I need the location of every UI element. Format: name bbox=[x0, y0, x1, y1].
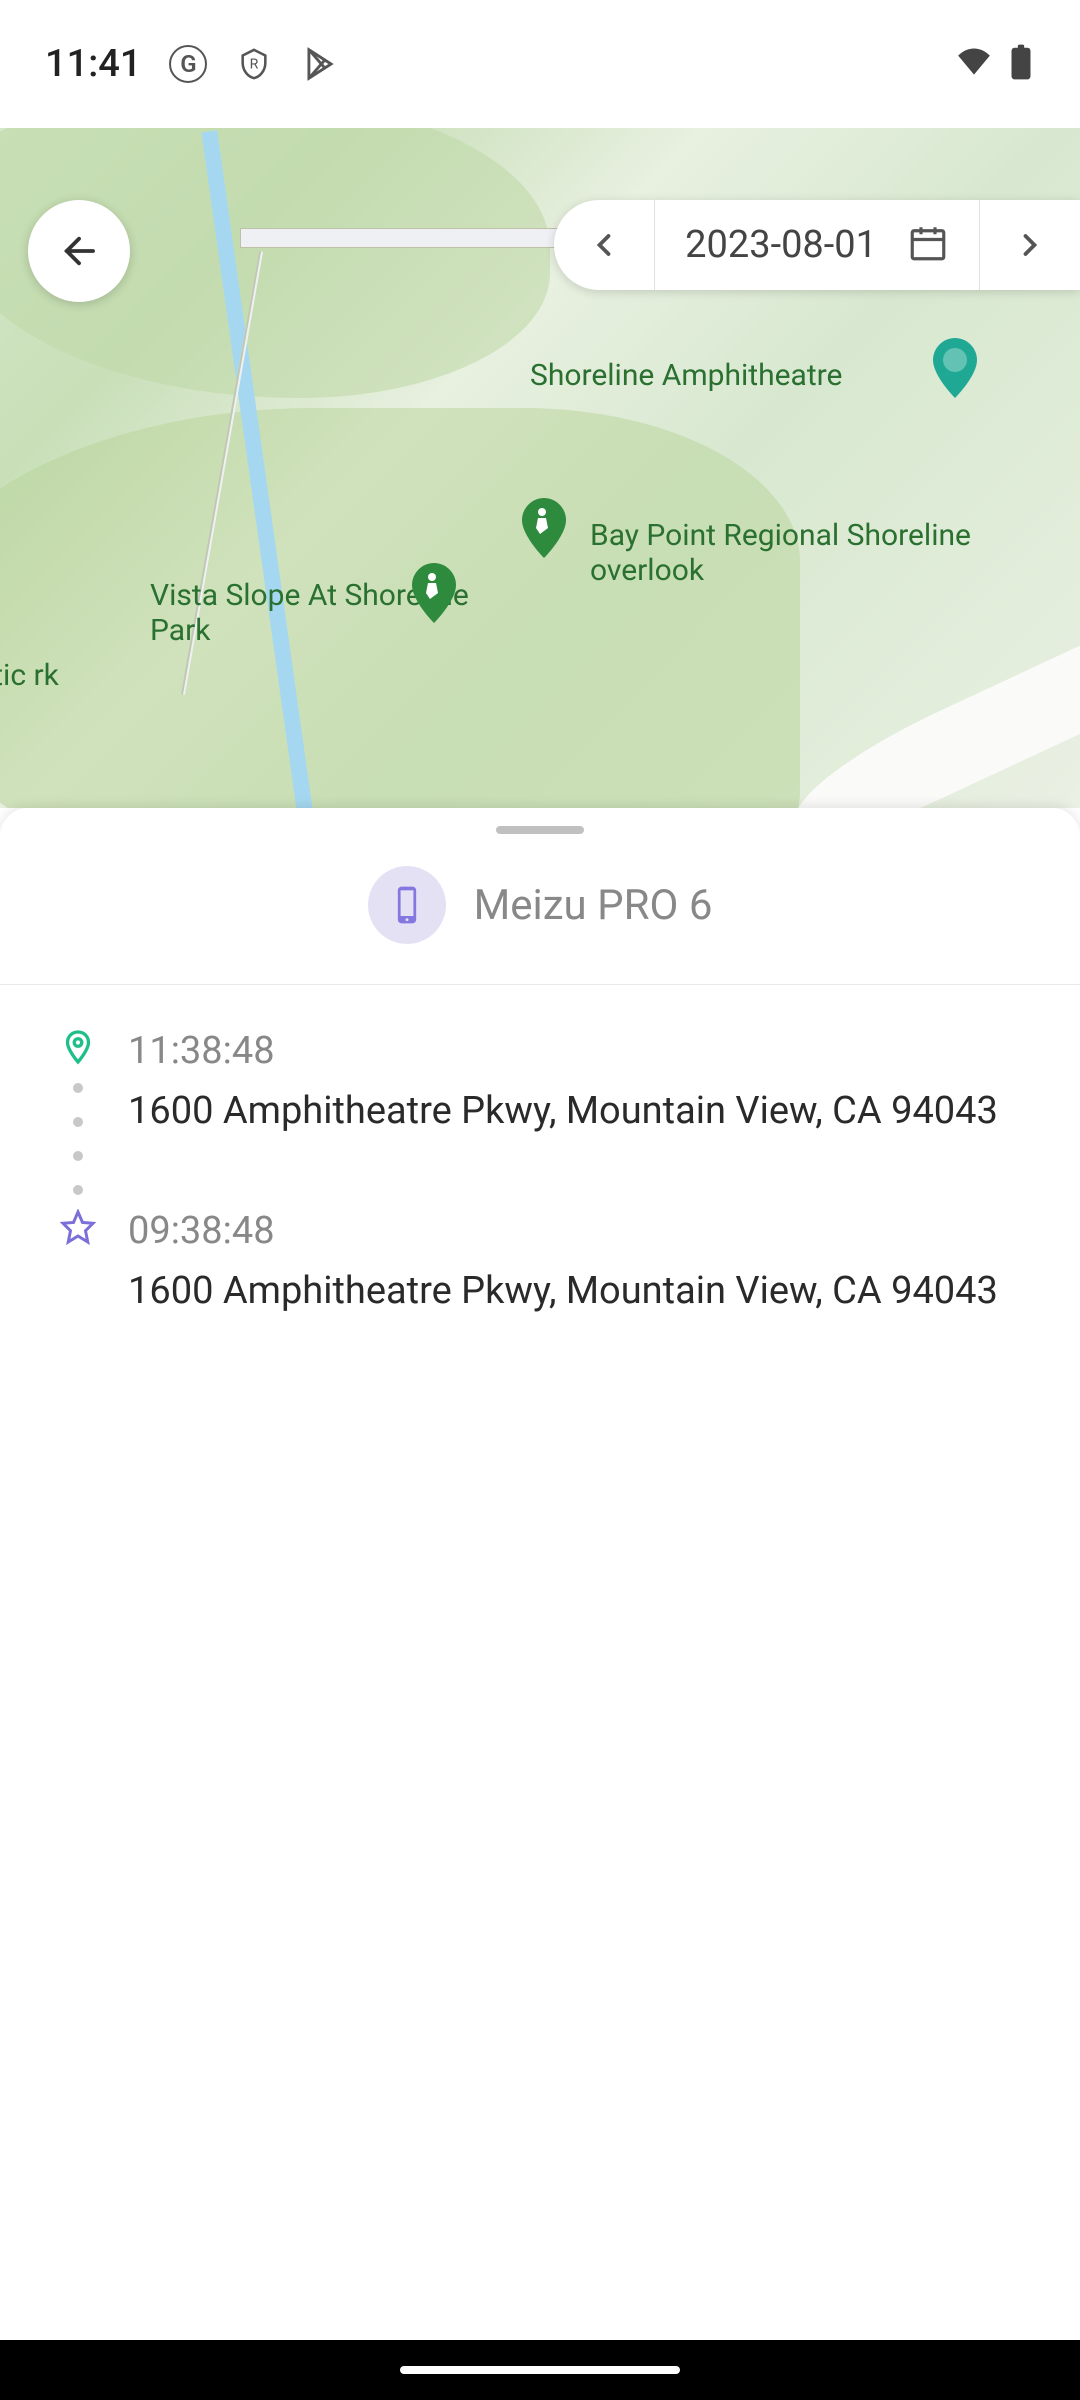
date-display[interactable]: 2023-08-01 bbox=[654, 200, 980, 290]
timeline-address: 1600 Amphitheatre Pkwy, Mountain View, C… bbox=[128, 1087, 1032, 1136]
date-next-button[interactable] bbox=[980, 200, 1080, 290]
status-time: 11:41 bbox=[45, 42, 141, 86]
map-pin-hiker-1[interactable] bbox=[520, 498, 564, 554]
calendar-icon bbox=[907, 222, 949, 268]
phone-icon bbox=[368, 866, 446, 944]
shield-icon: R bbox=[235, 45, 273, 83]
star-icon bbox=[60, 1209, 96, 1249]
map-label-vista: Vista Slope At Shoreline Park bbox=[150, 578, 530, 648]
play-store-icon bbox=[301, 45, 339, 83]
map-pin-amphitheatre[interactable] bbox=[931, 338, 975, 394]
timeline-entry[interactable]: 11:38:48 1600 Amphitheatre Pkwy, Mountai… bbox=[48, 1029, 1032, 1209]
timeline-address: 1600 Amphitheatre Pkwy, Mountain View, C… bbox=[128, 1267, 1032, 1316]
status-bar-right bbox=[955, 43, 1035, 85]
svg-text:R: R bbox=[250, 56, 259, 72]
navigation-bar bbox=[0, 2340, 1080, 2400]
date-value: 2023-08-01 bbox=[685, 223, 877, 267]
timeline-time: 09:38:48 bbox=[128, 1209, 1032, 1253]
device-header[interactable]: Meizu PRO 6 bbox=[0, 834, 1080, 984]
battery-icon bbox=[1007, 43, 1035, 85]
date-picker: 2023-08-01 bbox=[554, 200, 1080, 290]
google-icon: G bbox=[169, 45, 207, 83]
map-pin-hiker-2[interactable] bbox=[410, 563, 454, 619]
timeline-entry[interactable]: 09:38:48 1600 Amphitheatre Pkwy, Mountai… bbox=[48, 1209, 1032, 1336]
home-gesture-pill[interactable] bbox=[400, 2366, 680, 2374]
map-label-athletic: letic rk bbox=[0, 658, 90, 693]
timeline: 11:38:48 1600 Amphitheatre Pkwy, Mountai… bbox=[0, 985, 1080, 1336]
device-name: Meizu PRO 6 bbox=[474, 881, 713, 930]
date-prev-button[interactable] bbox=[554, 200, 654, 290]
timeline-time: 11:38:48 bbox=[128, 1029, 1032, 1073]
back-button[interactable] bbox=[28, 200, 130, 302]
sheet-drag-handle[interactable] bbox=[496, 826, 584, 834]
map-label-amphitheatre: Shoreline Amphitheatre bbox=[530, 358, 842, 393]
status-bar: 11:41 G R bbox=[0, 0, 1080, 128]
bottom-sheet: Meizu PRO 6 bbox=[0, 808, 1080, 2340]
status-bar-left: 11:41 G R bbox=[45, 42, 339, 86]
timeline-connector bbox=[73, 1069, 83, 1209]
map-label-baypoint: Bay Point Regional Shoreline overlook bbox=[590, 518, 1040, 588]
wifi-icon bbox=[955, 43, 993, 85]
location-pin-icon bbox=[60, 1029, 96, 1069]
